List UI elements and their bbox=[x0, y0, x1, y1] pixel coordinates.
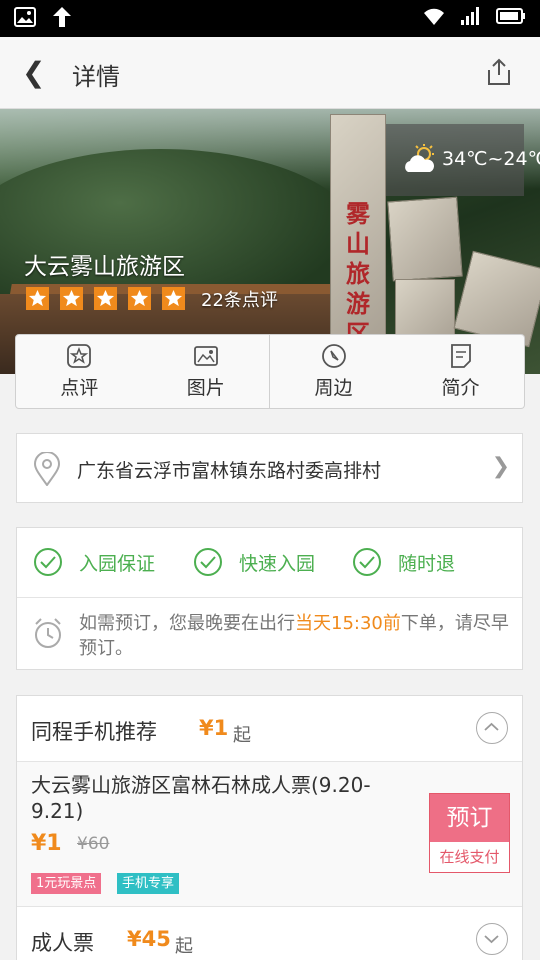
tab-label: 点评 bbox=[60, 377, 99, 399]
tab-group-left: 点评 图片 bbox=[15, 334, 270, 409]
scenic-spot-name: 大云雾山旅游区 bbox=[24, 254, 185, 280]
detail-tabs: 点评 图片 周边 简介 bbox=[15, 334, 525, 409]
guarantee-item: 入园保证 bbox=[33, 547, 155, 577]
notice-text-before: 如需预订，您最晚要在出行 bbox=[79, 613, 295, 634]
ticket-item[interactable]: 大云雾山旅游区富林石林成人票(9.20-9.21) ¥1 ¥60 1元玩景点 手… bbox=[17, 762, 522, 907]
rating-star-icon bbox=[162, 287, 185, 310]
recommend-title: 同程手机推荐 bbox=[31, 720, 157, 744]
weather-widget[interactable]: 34℃~24℃ bbox=[386, 124, 540, 196]
guarantee-row: 入园保证 快速入园 随时退 bbox=[17, 528, 522, 598]
stone-block bbox=[453, 250, 540, 348]
ticket-name: 大云雾山旅游区富林石林成人票(9.20-9.21) bbox=[31, 773, 371, 823]
status-bar bbox=[0, 0, 540, 37]
rating-star-icon bbox=[94, 287, 117, 310]
chevron-down-icon bbox=[484, 935, 499, 944]
chevron-right-icon: ❯ bbox=[491, 454, 510, 479]
rating-stars bbox=[26, 287, 185, 310]
temperature-range: 34℃~24℃ bbox=[442, 148, 540, 170]
adult-ticket-title: 成人票 bbox=[31, 931, 94, 955]
image-icon bbox=[193, 346, 218, 366]
adult-ticket-price: ¥45 bbox=[127, 927, 171, 951]
location-pin-icon bbox=[33, 452, 61, 486]
price-from-label: 起 bbox=[233, 725, 251, 746]
booking-notice: 如需预订，您最晚要在出行当天15:30前下单，请尽早预订。 bbox=[79, 611, 509, 661]
book-label: 预订 bbox=[430, 794, 509, 842]
mobile-exclusive-tag: 手机专享 bbox=[117, 873, 180, 894]
adult-ticket-header[interactable]: 成人票 ¥45 起 bbox=[17, 907, 522, 960]
review-count[interactable]: 22条点评 bbox=[201, 286, 278, 312]
notice-deadline: 当天15:30前 bbox=[295, 613, 401, 634]
battery-icon bbox=[496, 8, 525, 24]
check-circle-icon bbox=[353, 548, 381, 576]
check-circle-icon bbox=[194, 548, 222, 576]
rating-star-icon bbox=[128, 287, 151, 310]
chevron-up-icon bbox=[484, 722, 499, 731]
online-pay-label: 在线支付 bbox=[439, 848, 500, 866]
image-notification-icon bbox=[14, 7, 36, 27]
guarantee-label: 入园保证 bbox=[79, 552, 156, 575]
address-row[interactable]: 广东省云浮市富林镇东路村委高排村 ❯ bbox=[16, 433, 523, 503]
stone-block bbox=[387, 196, 463, 282]
tab-reviews[interactable]: 点评 bbox=[16, 335, 143, 408]
document-icon bbox=[450, 344, 471, 368]
signal-icon bbox=[461, 7, 479, 25]
guarantee-card: 入园保证 快速入园 随时退 如需预订，您最晚要在出行当天15:30前下单，请尽早… bbox=[16, 527, 523, 670]
guarantee-label: 快速入园 bbox=[239, 552, 316, 575]
recommend-card: 同程手机推荐 ¥1 起 大云雾山旅游区富林石林成人票(9.20-9.21) ¥1… bbox=[16, 695, 523, 960]
book-button[interactable]: 预订 在线支付 bbox=[429, 793, 510, 873]
recommend-header[interactable]: 同程手机推荐 ¥1 起 bbox=[17, 696, 522, 762]
back-button[interactable]: ❮ bbox=[22, 55, 52, 91]
tab-label: 周边 bbox=[314, 377, 353, 399]
partly-cloudy-icon bbox=[405, 144, 434, 172]
tab-nearby[interactable]: 周边 bbox=[270, 335, 397, 408]
compass-icon bbox=[321, 344, 346, 368]
tab-photos[interactable]: 图片 bbox=[143, 335, 270, 408]
rating-star-icon bbox=[60, 287, 83, 310]
tab-label: 图片 bbox=[186, 377, 225, 399]
tab-intro[interactable]: 简介 bbox=[397, 335, 524, 408]
tab-group-right: 周边 简介 bbox=[270, 334, 525, 409]
price-from-label: 起 bbox=[175, 936, 193, 957]
share-icon[interactable] bbox=[484, 57, 514, 87]
guarantee-label: 随时退 bbox=[398, 552, 456, 575]
collapse-toggle[interactable] bbox=[476, 712, 508, 744]
guarantee-item: 快速入园 bbox=[193, 547, 315, 577]
expand-toggle[interactable] bbox=[476, 923, 508, 955]
guarantee-item: 随时退 bbox=[352, 547, 455, 577]
nav-bar: ❮ 详情 bbox=[0, 37, 540, 109]
tab-label: 简介 bbox=[441, 377, 480, 399]
address-text: 广东省云浮市富林镇东路村委高排村 bbox=[77, 460, 382, 482]
recommend-price: ¥1 bbox=[199, 716, 229, 740]
ticket-original-price: ¥60 bbox=[77, 834, 110, 854]
alarm-clock-icon bbox=[35, 618, 61, 648]
star-icon bbox=[67, 344, 92, 368]
check-circle-icon bbox=[34, 548, 62, 576]
ticket-price: ¥1 bbox=[31, 831, 62, 856]
rating-star-icon bbox=[26, 287, 49, 310]
promo-tag: 1元玩景点 bbox=[31, 873, 102, 894]
upload-arrow-icon bbox=[53, 7, 71, 27]
page-title: 详情 bbox=[72, 63, 120, 91]
wifi-icon bbox=[424, 8, 444, 26]
